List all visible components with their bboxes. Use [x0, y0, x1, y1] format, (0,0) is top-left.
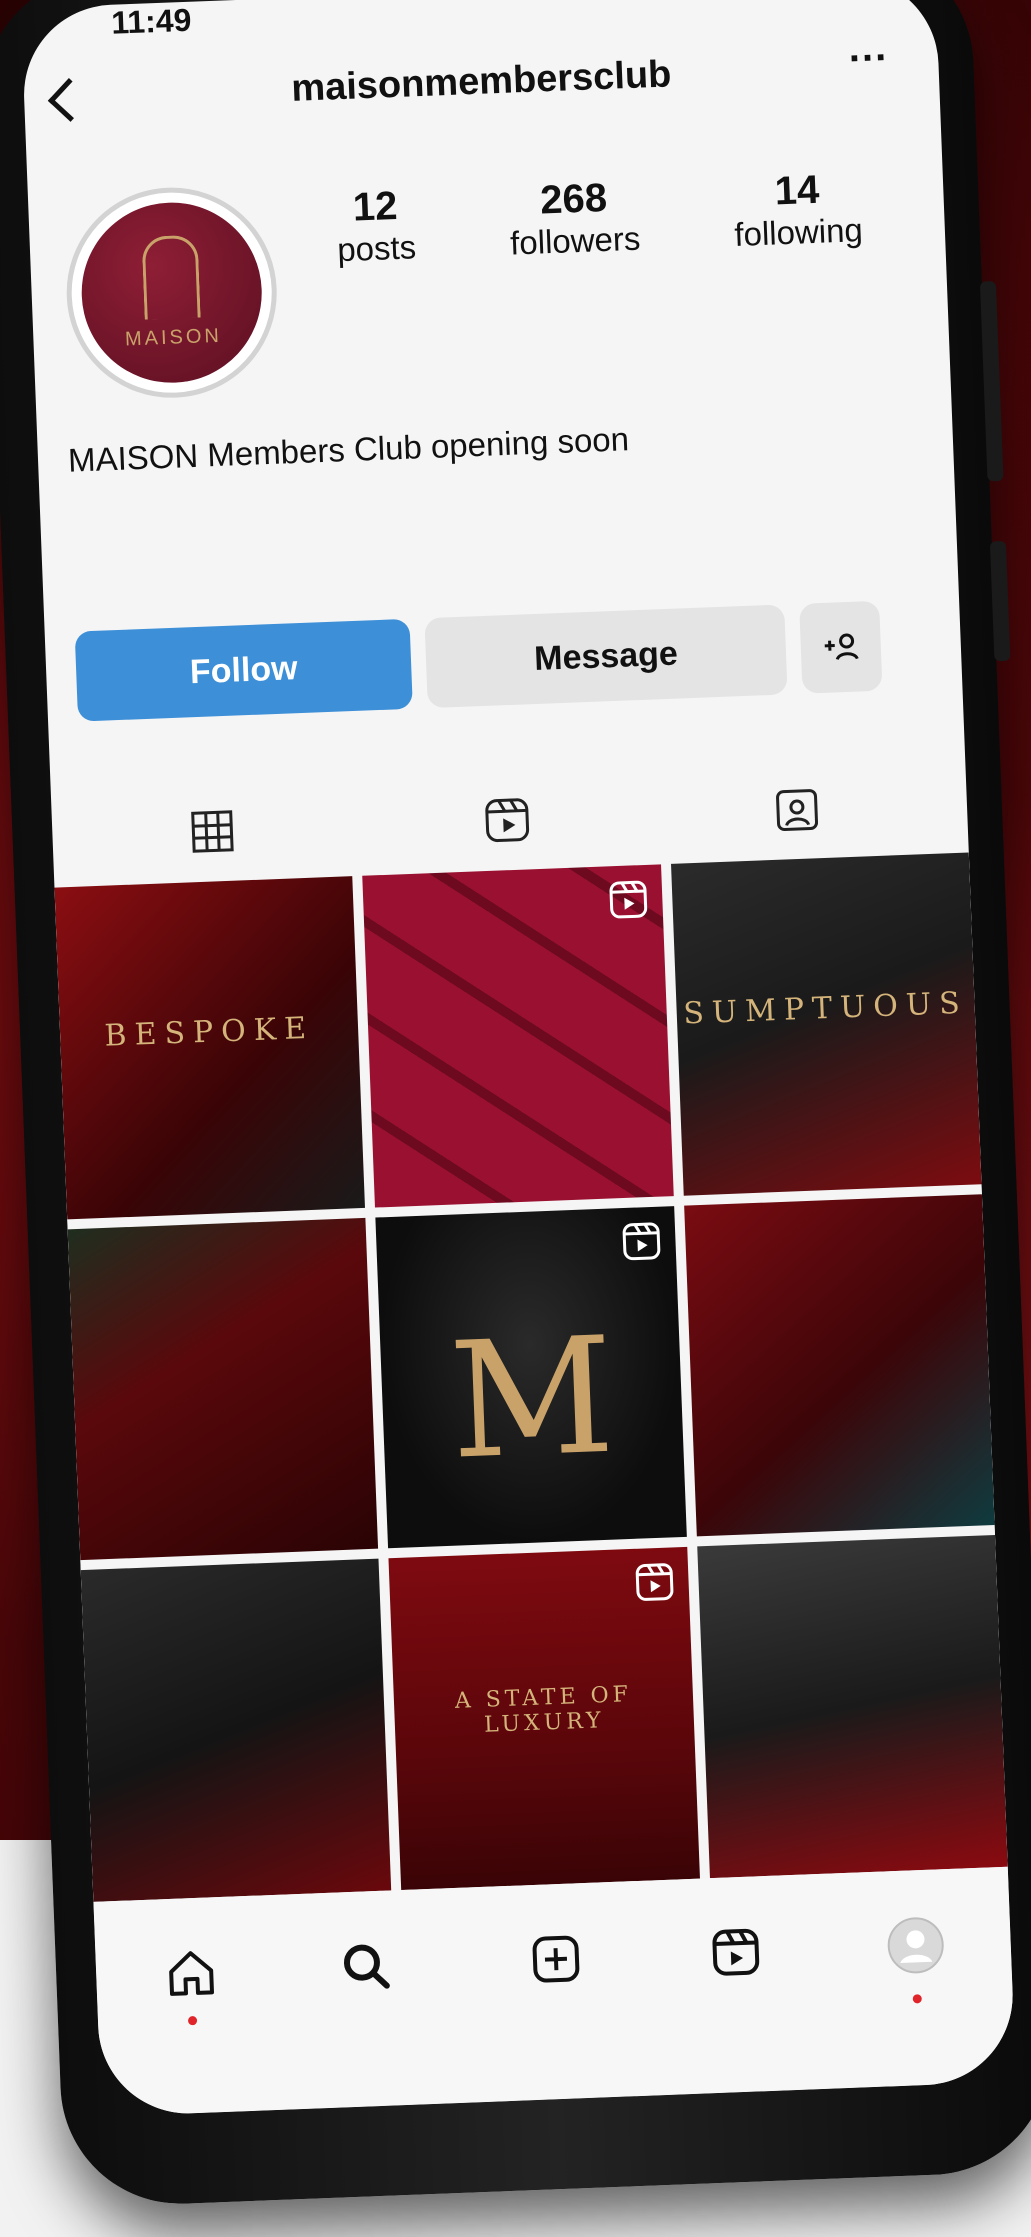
- reel-badge-icon: [622, 1222, 660, 1260]
- post-thumbnail[interactable]: A STATE OF LUXURY: [388, 1547, 700, 1891]
- notification-dot: [912, 1994, 922, 2004]
- create-icon: [532, 1935, 580, 1983]
- post-thumbnail[interactable]: [683, 1193, 995, 1537]
- message-button[interactable]: Message: [424, 604, 788, 709]
- post-grid: BESPOKE SUMPTUOUS M A STATE OF LUXURY: [54, 852, 1008, 1902]
- avatar-logo: MAISON: [78, 199, 266, 387]
- arch-icon: [141, 234, 201, 320]
- tab-grid[interactable]: [181, 800, 243, 862]
- status-time: 11:49: [110, 1, 193, 41]
- post-thumbnail[interactable]: [696, 1535, 1008, 1879]
- stat-label: following: [733, 211, 864, 254]
- post-thumbnail[interactable]: SUMPTUOUS: [670, 852, 982, 1196]
- home-icon: [169, 1951, 214, 1996]
- avatar-logo-text: MAISON: [124, 324, 223, 351]
- reels-icon: [712, 1928, 760, 1976]
- add-person-icon: [824, 633, 859, 661]
- stat-posts[interactable]: 12 posts: [335, 183, 417, 269]
- nav-reels[interactable]: [700, 1916, 773, 1989]
- more-options-icon[interactable]: ...: [848, 25, 889, 71]
- profile-actions: Follow Message: [74, 599, 933, 722]
- follow-button[interactable]: Follow: [74, 618, 413, 722]
- post-overlay-letter: M: [446, 1301, 618, 1495]
- avatar[interactable]: MAISON: [62, 183, 281, 402]
- suggested-users-button[interactable]: [799, 600, 883, 694]
- notification-dot: [187, 2015, 198, 2026]
- post-thumbnail[interactable]: [362, 864, 674, 1208]
- profile-icon: [887, 1917, 944, 1974]
- stat-value: 14: [773, 167, 821, 214]
- post-thumbnail[interactable]: M: [375, 1205, 687, 1549]
- post-thumbnail[interactable]: BESPOKE: [54, 876, 366, 1220]
- stat-label: posts: [336, 228, 417, 269]
- stat-value: 12: [352, 183, 399, 230]
- profile-username: maisonmembersclub: [290, 53, 673, 110]
- post-overlay-text: A STATE OF LUXURY: [454, 1682, 633, 1738]
- post-overlay-text: BESPOKE: [103, 1010, 315, 1054]
- stat-followers[interactable]: 268 followers: [508, 175, 641, 263]
- phone-screen: 11:49 maisonmembersclub ... MAISON 12 po…: [20, 0, 1017, 2117]
- nav-search[interactable]: [330, 1930, 403, 2003]
- grid-icon: [191, 810, 234, 853]
- tab-tagged[interactable]: [766, 778, 828, 840]
- phone-frame: 11:49 maisonmembersclub ... MAISON 12 po…: [0, 0, 1031, 2209]
- reels-icon: [485, 798, 530, 843]
- bottom-navigation: [93, 1866, 1017, 2117]
- post-overlay-text: SUMPTUOUS: [682, 985, 969, 1032]
- tab-reels[interactable]: [476, 789, 538, 851]
- search-icon: [343, 1944, 390, 1989]
- post-thumbnail[interactable]: [67, 1217, 379, 1561]
- reel-badge-icon: [635, 1563, 674, 1602]
- tagged-icon: [776, 789, 819, 832]
- nav-profile[interactable]: [879, 1909, 952, 2004]
- post-thumbnail[interactable]: [80, 1558, 392, 1902]
- stat-following[interactable]: 14 following: [732, 166, 864, 254]
- profile-bio: MAISON Members Club opening soon: [67, 420, 630, 479]
- nav-create[interactable]: [520, 1923, 593, 1996]
- profile-stats: 12 posts 268 followers 14 following: [288, 164, 911, 271]
- stat-label: followers: [509, 219, 642, 262]
- reel-badge-icon: [609, 880, 647, 919]
- nav-home[interactable]: [155, 1937, 228, 2026]
- stat-value: 268: [539, 175, 608, 223]
